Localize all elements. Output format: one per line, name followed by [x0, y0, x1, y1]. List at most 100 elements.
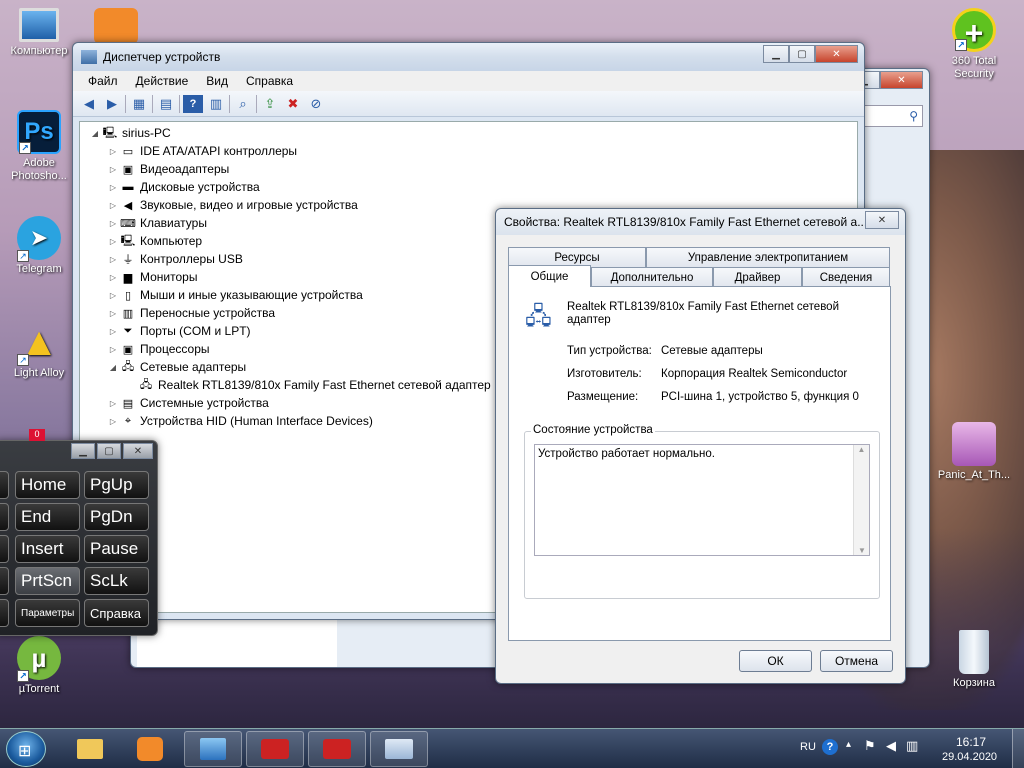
forward-arrow-icon[interactable]: ▶: [102, 95, 122, 113]
start-button[interactable]: ⊞: [6, 731, 46, 767]
dialog-close-button[interactable]: ✕: [865, 211, 899, 229]
desktop-icon-computer[interactable]: Компьютер: [1, 8, 77, 58]
expand-arrow-icon[interactable]: ▷: [106, 183, 120, 192]
tab-details[interactable]: Сведения: [802, 267, 890, 287]
menu-action[interactable]: Действие: [127, 74, 198, 88]
minimize-button[interactable]: ▁: [763, 45, 789, 63]
desktop-icon-photoshop[interactable]: Ps ↗ Adobe Photosho...: [1, 110, 77, 183]
help-tray-icon[interactable]: ?: [822, 739, 838, 755]
expand-arrow-icon[interactable]: ▷: [106, 147, 120, 156]
clock-time[interactable]: 16:17: [956, 735, 986, 749]
taskbar-on-screen-keyboard[interactable]: [370, 731, 428, 767]
clock-date[interactable]: 29.04.2020: [942, 751, 997, 763]
expand-arrow-icon[interactable]: ▷: [106, 399, 120, 408]
view-icon[interactable]: ▥: [206, 95, 226, 113]
osk-key-pgdn[interactable]: PgDn: [84, 503, 149, 531]
expand-arrow-icon[interactable]: ▷: [106, 255, 120, 264]
flag-icon[interactable]: ⚑: [864, 738, 876, 754]
osk-key-insert[interactable]: Insert: [15, 535, 80, 563]
properties-dialog[interactable]: Свойства: Realtek RTL8139/810x Family Fa…: [495, 208, 906, 684]
menu-file[interactable]: Файл: [79, 74, 127, 88]
taskbar-toolbox-2[interactable]: [308, 731, 366, 767]
collapse-arrow-icon[interactable]: ◢: [88, 129, 102, 138]
expand-arrow-icon[interactable]: ▷: [106, 273, 120, 282]
expand-arrow-icon[interactable]: ▷: [106, 417, 120, 426]
back-arrow-icon[interactable]: ◀: [79, 95, 99, 113]
osk-key-sclk[interactable]: ScLk: [84, 567, 149, 595]
osk-minimize-button[interactable]: ▁: [71, 443, 95, 459]
help-icon[interactable]: ?: [183, 94, 203, 113]
osk-key-options[interactable]: Параметры: [15, 599, 80, 627]
expand-arrow-icon[interactable]: ▷: [106, 165, 120, 174]
manufacturer-label: Изготовитель:: [567, 368, 642, 380]
tab-power-management[interactable]: Управление электропитанием: [646, 247, 890, 267]
ok-button[interactable]: ОК: [739, 650, 812, 672]
desktop-icon-panic[interactable]: Panic_At_Th...: [936, 422, 1012, 482]
desktop-icon-recycle-bin[interactable]: Корзина: [936, 630, 1012, 690]
desktop-icon-utorrent[interactable]: µ ↗ µTorrent: [1, 636, 77, 696]
scroll-down-icon[interactable]: ▼: [854, 546, 870, 555]
menu-view[interactable]: Вид: [197, 74, 237, 88]
desktop-icon-telegram[interactable]: ➤ ↗ Telegram: [1, 216, 77, 276]
tree-root[interactable]: ◢ 🖳 sirius-PC: [80, 124, 857, 142]
on-screen-keyboard[interactable]: ▁ ▢ ✕ 0 Home PgUp End PgDn Insert Pause …: [0, 429, 158, 636]
osk-key-partial[interactable]: [0, 599, 9, 627]
osk-key-end[interactable]: End: [15, 503, 80, 531]
tab-advanced[interactable]: Дополнительно: [591, 267, 713, 287]
menu-help[interactable]: Справка: [237, 74, 302, 88]
network-tray-icon[interactable]: ▥: [906, 738, 918, 754]
collapse-arrow-icon[interactable]: ◢: [106, 363, 120, 372]
show-hide-tree-icon[interactable]: ▦: [129, 95, 149, 113]
osk-key-home[interactable]: Home: [15, 471, 80, 499]
status-textbox[interactable]: Устройство работает нормально. ▲ ▼: [534, 444, 870, 556]
uc-browser-icon[interactable]: [94, 8, 138, 44]
expand-arrow-icon[interactable]: ▷: [106, 345, 120, 354]
device-manager-titlebar[interactable]: Диспетчер устройств: [73, 43, 864, 71]
device-manager-icon: [81, 50, 97, 64]
tab-general[interactable]: Общие: [508, 265, 591, 287]
expand-arrow-icon[interactable]: ▷: [106, 201, 120, 210]
tray-expand-icon[interactable]: ▴: [846, 739, 851, 750]
tree-category[interactable]: ▷ ▬ Дисковые устройства: [80, 178, 857, 196]
expand-arrow-icon[interactable]: ▷: [106, 309, 120, 318]
close-button[interactable]: ✕: [815, 45, 858, 63]
osk-maximize-button[interactable]: ▢: [97, 443, 121, 459]
expand-arrow-icon[interactable]: ▷: [106, 327, 120, 336]
osk-key-pgup[interactable]: PgUp: [84, 471, 149, 499]
osk-key-partial[interactable]: [0, 535, 9, 563]
show-desktop-button[interactable]: [1012, 729, 1024, 768]
expand-arrow-icon[interactable]: ▷: [106, 291, 120, 300]
bg-close-button[interactable]: ✕: [880, 71, 923, 89]
tab-driver[interactable]: Драйвер: [713, 267, 802, 287]
maximize-button[interactable]: ▢: [789, 45, 815, 63]
expand-arrow-icon[interactable]: ▷: [106, 219, 120, 228]
osk-close-button[interactable]: ✕: [123, 443, 153, 459]
tree-category[interactable]: ▷ ▣ Видеоадаптеры: [80, 160, 857, 178]
taskbar-explorer[interactable]: [68, 731, 112, 767]
osk-key-partial[interactable]: [0, 471, 9, 499]
properties-titlebar[interactable]: Свойства: Realtek RTL8139/810x Family Fa…: [496, 209, 905, 235]
update-driver-icon[interactable]: ⇪: [260, 95, 280, 113]
scan-hardware-icon[interactable]: ⌕: [233, 95, 253, 113]
desktop-icon-360-security[interactable]: + ↗ 360 Total Security: [936, 8, 1012, 81]
taskbar-uc-browser[interactable]: [128, 731, 172, 767]
taskbar-control-panel[interactable]: [184, 731, 242, 767]
tree-category[interactable]: ▷ ▭ IDE ATA/ATAPI контроллеры: [80, 142, 857, 160]
status-scrollbar[interactable]: ▲ ▼: [853, 445, 869, 555]
disable-device-icon[interactable]: ⊘: [306, 95, 326, 113]
osk-key-prtscn[interactable]: PrtScn: [15, 567, 80, 595]
osk-key-pause[interactable]: Pause: [84, 535, 149, 563]
scroll-up-icon[interactable]: ▲: [854, 445, 869, 454]
osk-key-help[interactable]: Справка: [84, 599, 149, 627]
expand-arrow-icon[interactable]: ▷: [106, 237, 120, 246]
desktop-icon-lightalloy[interactable]: ▲ ↗ Light Alloy: [1, 320, 77, 380]
osk-key-partial[interactable]: [0, 503, 9, 531]
language-indicator[interactable]: RU: [800, 741, 816, 753]
taskbar-toolbox-1[interactable]: [246, 731, 304, 767]
cancel-button[interactable]: Отмена: [820, 650, 893, 672]
tab-resources[interactable]: Ресурсы: [508, 247, 646, 267]
osk-key-partial[interactable]: [0, 567, 9, 595]
uninstall-icon[interactable]: ✖: [283, 95, 303, 113]
volume-icon[interactable]: ◀: [886, 738, 896, 754]
properties-icon[interactable]: ▤: [156, 95, 176, 113]
